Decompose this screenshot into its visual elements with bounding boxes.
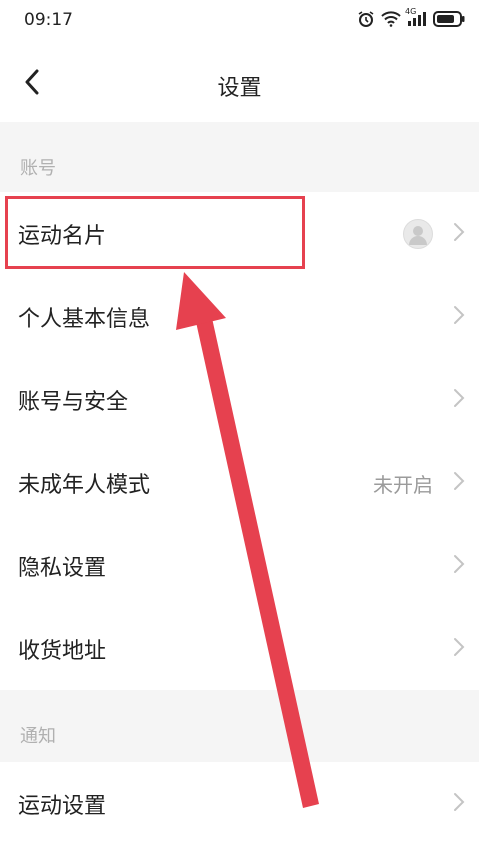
navigation-bar: 设置 (0, 52, 479, 114)
signal-icon: 4G (405, 7, 427, 27)
settings-item-privacy[interactable]: 隐私设置 (0, 524, 479, 607)
chevron-right-icon (453, 471, 465, 495)
status-icons: 4G (357, 7, 465, 28)
chevron-right-icon (453, 305, 465, 329)
settings-item-label: 未成年人模式 (18, 473, 151, 498)
settings-item-account-security[interactable]: 账号与安全 (0, 358, 479, 441)
settings-item-label: 收货地址 (18, 639, 107, 664)
section-header-notification: 通知 (0, 690, 479, 762)
settings-item-label: 个人基本信息 (18, 307, 151, 332)
section-title-notification: 通知 (20, 726, 56, 747)
settings-item-label: 隐私设置 (18, 556, 107, 581)
alarm-icon (357, 10, 375, 28)
settings-item-sport-settings[interactable]: 运动设置 (0, 762, 479, 845)
chevron-right-icon (453, 792, 465, 816)
section-title-account: 账号 (20, 158, 56, 179)
settings-item-personal-info[interactable]: 个人基本信息 (0, 275, 479, 358)
settings-item-label: 运动设置 (18, 794, 107, 819)
annotation-highlight-box (5, 196, 305, 269)
status-bar: 09:17 4G (0, 0, 479, 40)
chevron-right-icon (453, 554, 465, 578)
battery-icon (433, 11, 465, 27)
network-type-label: 4G (405, 7, 417, 16)
chevron-right-icon (453, 637, 465, 661)
wifi-icon (381, 11, 401, 27)
settings-item-shipping-address[interactable]: 收货地址 (0, 607, 479, 690)
chevron-right-icon (453, 388, 465, 412)
chevron-right-icon (453, 222, 465, 246)
avatar (403, 219, 433, 249)
settings-item-value: 未开启 (373, 473, 433, 497)
settings-item-label: 账号与安全 (18, 390, 129, 415)
status-time: 09:17 (24, 10, 73, 30)
page-title: 设置 (217, 76, 262, 101)
settings-item-minor-mode[interactable]: 未成年人模式 未开启 (0, 441, 479, 524)
section-header-account: 账号 (0, 122, 479, 192)
